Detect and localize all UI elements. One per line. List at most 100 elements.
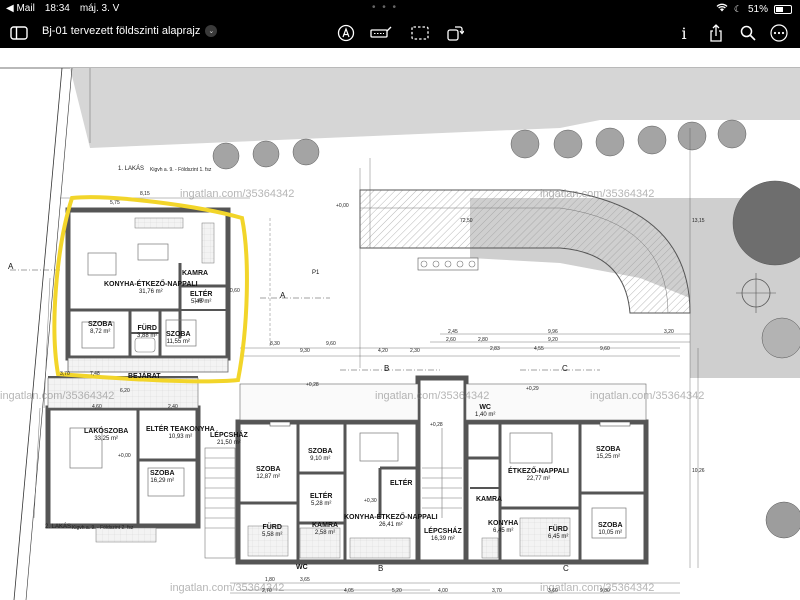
room-label: SZOBA 16,29 m² (150, 470, 175, 484)
watermark: ingatlan.com/35364342 (180, 188, 295, 200)
level-marker: +0,30 (364, 498, 377, 504)
dimension-label: 7,48 (90, 371, 100, 377)
room-label: SZOBA 9,10 m² (308, 448, 333, 462)
sidebar-icon[interactable] (8, 22, 30, 44)
room-label: LAKÓSZOBA 33,25 m² (84, 428, 129, 442)
document-title-menu[interactable]: Bj-01 tervezett földszinti alaprajz ⌄ (42, 25, 218, 37)
dimension-label: 13,15 (692, 218, 705, 224)
watermark: ingatlan.com/35364342 (0, 390, 115, 402)
toolbar: Bj-01 tervezett földszinti alaprajz ⌄ i (0, 18, 800, 48)
room-label: KONYHA-ÉTKEZŐ-NAPPALI 31,76 m² (104, 281, 198, 295)
room-label: FÜRD 3,88 m² (137, 325, 158, 339)
dimension-label: 5,75 (110, 200, 120, 206)
dimension-label: 2,45 (448, 329, 458, 335)
parking-label: P1 (312, 270, 320, 276)
dimension-label: 9,80 (600, 588, 610, 594)
dimension-label: 3,65 (300, 577, 310, 583)
watermark: ingatlan.com/35364342 (375, 390, 490, 402)
dimension-label: 3,70 (60, 371, 70, 377)
axis-label-b: B (378, 564, 384, 573)
room-label: ELTÉR 5,28 m² (310, 493, 333, 507)
dimension-label: 3,60 (548, 588, 558, 594)
dimension-label: 3,20 (664, 329, 674, 335)
level-marker: +0,00 (336, 203, 349, 209)
room-label: ÉTKEZŐ-NAPPALI 22,77 m² (508, 468, 569, 482)
axis-label-a: A (280, 291, 286, 300)
apartment-2-title: 2. LAKÁS (45, 524, 72, 530)
axis-label-c: C (563, 564, 569, 573)
axis-label-b: B (384, 364, 390, 373)
axis-label-a: A (8, 262, 14, 271)
dimension-label: 2,60 (446, 337, 456, 343)
apartment-1-subtitle: Kigvh a. 9. - Földszint 1. fsz (150, 167, 212, 173)
dimension-label: 8,30 (270, 341, 280, 347)
level-marker: +0,29 (526, 386, 539, 392)
back-to-mail-link[interactable]: ◀ Mail (6, 3, 35, 14)
room-label: KONYHA-ÉTKEZŐ-NAPPALI 26,41 m² (344, 514, 438, 528)
level-marker: +0,28 (306, 382, 319, 388)
status-date: máj. 3. V (79, 3, 120, 14)
share-icon[interactable] (706, 22, 726, 44)
dimension-label: 9,20 (548, 337, 558, 343)
room-label: KAMRA (476, 496, 503, 503)
watermark: ingatlan.com/35364342 (540, 188, 655, 200)
wifi-icon (716, 3, 728, 15)
room-label: FÜRD 5,58 m² (262, 524, 283, 538)
room-label: WC 1,40 m² (475, 404, 496, 418)
more-icon[interactable] (768, 22, 790, 44)
apartment-1-title: 1. LAKÁS (118, 166, 145, 172)
room-label: LÉPCSHÁZ 16,39 m² (424, 528, 462, 542)
dimension-label: 9,30 (300, 348, 310, 354)
info-icon[interactable]: i (674, 22, 694, 44)
room-label: SZOBA 11,55 m² (166, 331, 191, 345)
room-label: KAMRA (182, 270, 209, 277)
room-label: ELTÉR (390, 480, 413, 487)
dimension-label: 9,60 (600, 346, 610, 352)
dimension-label: 8,15 (140, 191, 150, 197)
dimension-label: 4,05 (344, 588, 354, 594)
dimension-label: 1,40 (194, 298, 204, 304)
dimension-label: 3,70 (492, 588, 502, 594)
dimension-label: 2,70 (262, 588, 272, 594)
room-label: LÉPCSHÁZ 21,50 m² (210, 432, 248, 446)
dimension-label: 2,83 (490, 346, 500, 352)
room-label: WC (296, 564, 308, 571)
dimension-label: 0,60 (230, 288, 240, 294)
pen-circle-icon[interactable] (335, 22, 357, 44)
watermark: ingatlan.com/35364342 (590, 390, 705, 402)
dimension-label: 10,26 (692, 468, 705, 474)
apartment-2-subtitle: Kigvh a. 9. - Földszint 2. fsz (72, 525, 134, 531)
level-marker: +0,00 (118, 453, 131, 459)
room-label: SZOBA 12,87 m² (256, 466, 281, 480)
apartment-2 (45, 376, 201, 543)
dimension-label: 4,20 (378, 348, 388, 354)
status-bar: ◀ Mail 18:34 máj. 3. V • • • ☾ 51% (0, 0, 800, 18)
highlighter-icon[interactable] (369, 22, 393, 44)
axis-label-c: C (562, 364, 568, 373)
dimension-label: 5,20 (392, 588, 402, 594)
room-label: SZOBA 10,05 m² (598, 522, 623, 536)
status-time: 18:34 (44, 3, 70, 14)
room-label: KONYHA 6,45 m² (488, 520, 519, 534)
dimension-label: 6,20 (120, 388, 130, 394)
dimension-label: 9,60 (326, 341, 336, 347)
dimension-label: 72,50 (460, 218, 473, 224)
dimension-label: 2,30 (410, 348, 420, 354)
room-label: SZOBA 8,72 m² (88, 321, 113, 335)
dimension-label: 4,60 (92, 404, 102, 410)
dimension-label: 2,80 (478, 337, 488, 343)
room-label: KAMRA 2,58 m² (312, 522, 339, 536)
search-icon[interactable] (738, 22, 758, 44)
chevron-down-icon: ⌄ (205, 25, 218, 37)
dashed-rect-icon[interactable] (408, 22, 432, 44)
room-label: BEJÁRAT (128, 373, 161, 380)
battery-icon (774, 4, 792, 14)
document-title: Bj-01 tervezett földszinti alaprajz (42, 25, 201, 37)
rotate-icon[interactable] (443, 22, 467, 44)
moon-icon: ☾ (733, 3, 742, 14)
room-label: ELTÉR TEAKONYHA 10,93 m² (146, 426, 215, 440)
document-viewer[interactable]: ingatlan.com/35364342 ingatlan.com/35364… (0, 48, 800, 600)
dimension-label: 9,96 (548, 329, 558, 335)
multitasking-dots[interactable]: • • • (372, 2, 398, 13)
level-marker: +0,28 (430, 422, 443, 428)
